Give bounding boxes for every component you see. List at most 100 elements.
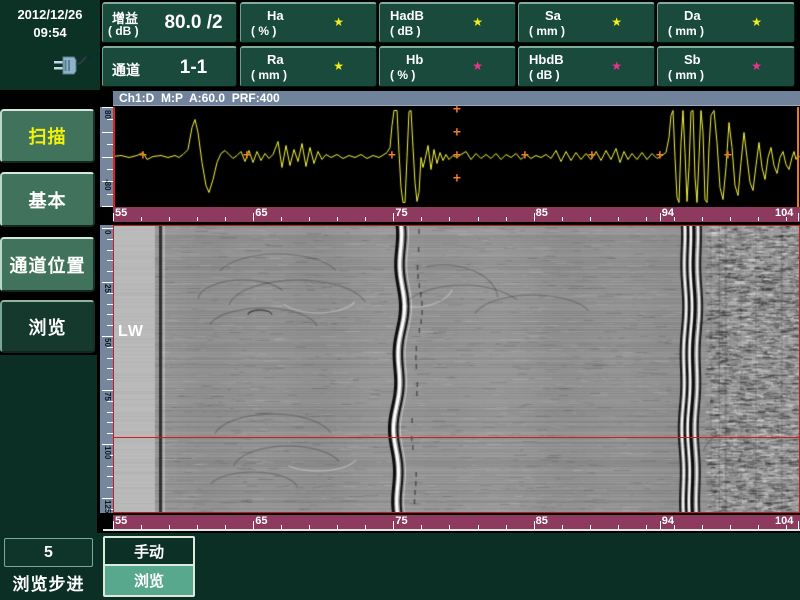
bscan-image-canvas [113,225,800,513]
channel-cell[interactable]: 通道 1-1 [102,46,237,87]
ascan-amplitude-ruler: 80 -80 [100,107,113,207]
readout-unit: ( dB ) [390,24,421,38]
readout-name: HadB [390,8,424,23]
menu-button-channel-position[interactable]: 通道位置 [0,237,95,292]
gate-cross-marker: + [453,103,461,116]
readout-name: Ha [267,8,284,23]
y-axis-tick-label: 75 [103,392,112,401]
datetime-block: 2012/12/26 09:54 [0,0,100,90]
readout-cell-ra: Ra ( mm ) ★ [240,46,377,87]
gate-cross-marker: + [453,126,461,139]
readout-name: Da [684,8,701,23]
status-star-icon: ★ [333,59,344,73]
x-axis-tick-label: 75 [395,515,407,527]
readout-unit: ( mm ) [251,68,287,82]
x-axis-tick-label: 65 [255,207,267,219]
status-star-icon: ★ [751,15,762,29]
gate-cross-marker: + [521,149,529,162]
readout-cell-hadb: HadB ( dB ) ★ [379,2,516,43]
x-axis-tick-label: 94 [662,515,674,527]
gate-cross-marker: + [588,149,596,162]
step-value-box[interactable]: 5 [4,538,93,567]
status-star-icon: ★ [333,15,344,29]
bscan-depth-ruler: 0 25 50 75 100 125 [100,225,113,513]
status-star-icon: ★ [611,15,622,29]
readout-name: Ra [267,52,284,67]
status-star-icon: ★ [472,15,483,29]
panel-divider-line [103,529,800,531]
readout-unit: ( dB ) [529,68,560,82]
date-text: 2012/12/26 [0,7,100,22]
readout-unit: ( % ) [390,68,415,82]
x-axis-tick-label: 85 [536,515,548,527]
readout-unit: ( mm ) [529,24,565,38]
menu-sidebar: 扫描 基本 通道位置 浏览 [0,90,97,355]
y-axis-tick-label: 0 [103,230,112,234]
time-text: 09:54 [0,25,100,40]
status-star-icon: ★ [751,59,762,73]
readout-grid: 增益 ( dB ) 80.0 /2 通道 1-1 Ha ( % ) ★ HadB… [100,0,800,90]
x-axis-tick-label: 55 [115,515,127,527]
step-value: 5 [44,544,53,562]
x-axis-tick-label: 104 [775,515,793,527]
x-axis-tick-label: 104 [775,207,793,219]
x-axis-tick-label: 85 [536,207,548,219]
readout-unit: ( % ) [251,24,276,38]
readout-unit: ( mm ) [668,68,704,82]
channel-label: 通道 [112,60,140,80]
ascan-x-axis: 55 65 75 85 94 104 [113,207,800,222]
gate-cross-marker: + [453,172,461,185]
gate-cross-marker: + [388,149,396,162]
y-axis-tick-label: 25 [103,284,112,293]
readout-cell-sa: Sa ( mm ) ★ [518,2,655,43]
readout-unit: ( mm ) [668,24,704,38]
y-axis-tick-label: 125 [103,500,112,513]
y-axis-tick-label: 50 [103,338,112,347]
bscan-plot: LW [113,225,800,513]
flaw-detector-screen: 2012/12/26 09:54 增益 ( dB ) 80.0 /2 通道 1-… [0,0,800,600]
x-axis-tick-label: 65 [255,515,267,527]
readout-cell-hb: Hb ( % ) ★ [379,46,516,87]
gate-cross-marker: + [453,149,461,162]
gate-cross-marker: + [139,149,147,162]
mode-group: 手动 浏览 [103,536,195,597]
x-axis-tick-label: 94 [662,207,674,219]
ascan-left-cursor-line [113,107,115,207]
display-panel: Ch1:D M:P A:60.0 PRF:400 80-80 +++++++++… [97,90,800,533]
gate-cross-marker: + [656,149,664,162]
gain-cell[interactable]: 增益 ( dB ) 80.0 /2 [102,2,237,43]
menu-button-label: 浏览 [29,314,67,340]
ascan-plot: +++++++++++ [113,107,800,207]
wave-mode-label: LW [118,323,144,341]
readout-cell-hbdb: HbdB ( dB ) ★ [518,46,655,87]
mode-manual-button[interactable]: 手动 [105,538,193,566]
menu-button-basic[interactable]: 基本 [0,172,95,227]
power-plug-icon [52,52,92,80]
gain-unit: ( dB ) [108,24,139,38]
y-axis-label: -80 [103,179,112,191]
gate-cross-marker: + [243,149,251,162]
menu-button-label: 扫描 [29,123,67,149]
menu-button-label: 基本 [29,187,67,213]
gain-value: 80.0 /2 [151,12,236,34]
status-star-icon: ★ [611,59,622,73]
menu-button-label: 通道位置 [10,252,86,278]
readout-name: HbdB [529,52,564,67]
y-axis-label: 80 [103,110,112,119]
gate-cross-marker: + [724,149,732,162]
channel-value: 1-1 [151,57,236,79]
mode-browse-button[interactable]: 浏览 [105,566,193,595]
menu-button-scan[interactable]: 扫描 [0,109,95,163]
y-axis-tick-label: 100 [103,446,112,459]
status-star-icon: ★ [472,59,483,73]
x-axis-tick-label: 75 [395,207,407,219]
readout-name: Hb [406,52,423,67]
readout-cell-sb: Sb ( mm ) ★ [657,46,795,87]
x-axis-tick-label: 55 [115,207,127,219]
menu-button-browse[interactable]: 浏览 [0,300,95,353]
bscan-x-axis: 55 65 75 85 94 104 [113,515,800,530]
readout-cell-ha: Ha ( % ) ★ [240,2,377,43]
readout-cell-da: Da ( mm ) ★ [657,2,795,43]
ascan-right-gate-line[interactable] [797,107,799,207]
readout-name: Sb [684,52,701,67]
